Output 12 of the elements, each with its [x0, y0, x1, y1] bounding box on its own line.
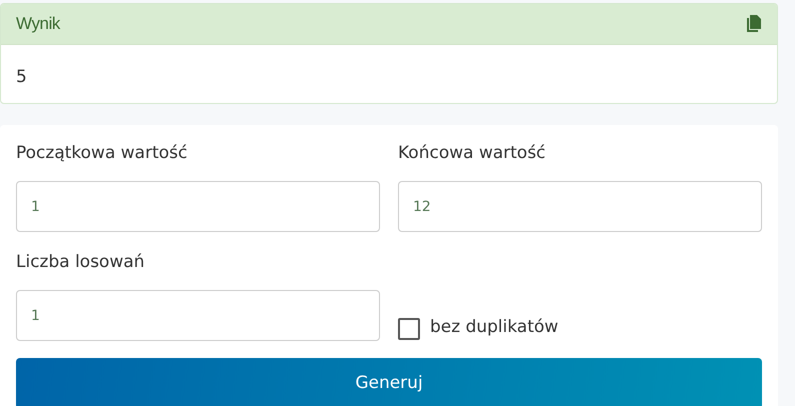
input-field[interactable]: 12: [398, 181, 762, 232]
field-label: Liczba losowań: [16, 251, 146, 274]
checkbox[interactable]: [398, 318, 420, 340]
result-title: Wynik: [16, 13, 60, 36]
field-label: Końcowa wartość: [398, 142, 547, 165]
result-value: 5: [16, 67, 27, 87]
generate-button[interactable]: Generuj: [16, 358, 762, 406]
checkbox-label: bez duplikatów: [430, 316, 558, 338]
input-field[interactable]: 1: [16, 181, 380, 232]
field-label: Początkowa wartość: [16, 142, 188, 165]
copy-icon[interactable]: [746, 15, 762, 33]
input-field[interactable]: 1: [16, 290, 380, 341]
